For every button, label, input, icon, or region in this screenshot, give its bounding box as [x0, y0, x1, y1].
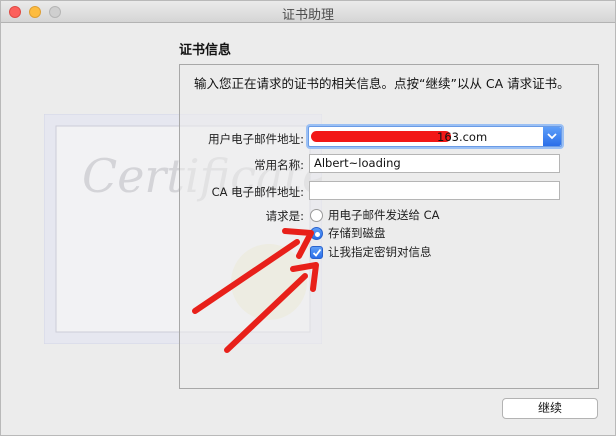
radio-option-disk[interactable]: 存储到磁盘: [310, 225, 386, 241]
email-combobox[interactable]: 163.com: [308, 126, 562, 147]
chevron-down-icon: [547, 133, 557, 140]
radio-button-selected[interactable]: [310, 226, 323, 240]
keypair-checkbox[interactable]: [310, 245, 323, 259]
window: 证书助理 Certificate 证书信息 输入您正在请求的证书的相关信息。点按…: [0, 0, 616, 436]
intro-text: 输入您正在请求的证书的相关信息。点按“继续”以从 CA 请求证书。: [194, 76, 570, 91]
keypair-checkbox-row[interactable]: 让我指定密钥对信息: [310, 244, 432, 260]
radio-option-email[interactable]: 用电子邮件发送给 CA: [310, 207, 440, 223]
combo-dropdown-button[interactable]: [543, 127, 561, 146]
email-label: 用户电子邮件地址:: [208, 132, 304, 146]
checkmark-icon: [312, 248, 322, 257]
section-title: 证书信息: [179, 43, 232, 58]
radio-button[interactable]: [310, 208, 323, 222]
request-label: 请求是:: [265, 209, 304, 223]
form-panel: [179, 64, 599, 389]
keypair-checkbox-label: 让我指定密钥对信息: [328, 245, 432, 259]
window-title: 证书助理: [281, 8, 334, 23]
common-name-label: 常用名称:: [254, 158, 304, 172]
radio-option-disk-label: 存储到磁盘: [328, 226, 386, 240]
title-bar: 证书助理: [1, 1, 615, 23]
common-name-field[interactable]: Albert~loading: [309, 154, 560, 173]
redaction-mark: [311, 131, 451, 142]
continue-button[interactable]: 继续: [502, 398, 598, 419]
ca-email-field[interactable]: [309, 181, 560, 200]
radio-option-email-label: 用电子邮件发送给 CA: [328, 208, 440, 222]
email-value: 163.com: [437, 130, 488, 144]
ca-email-label: CA 电子邮件地址:: [211, 185, 304, 199]
